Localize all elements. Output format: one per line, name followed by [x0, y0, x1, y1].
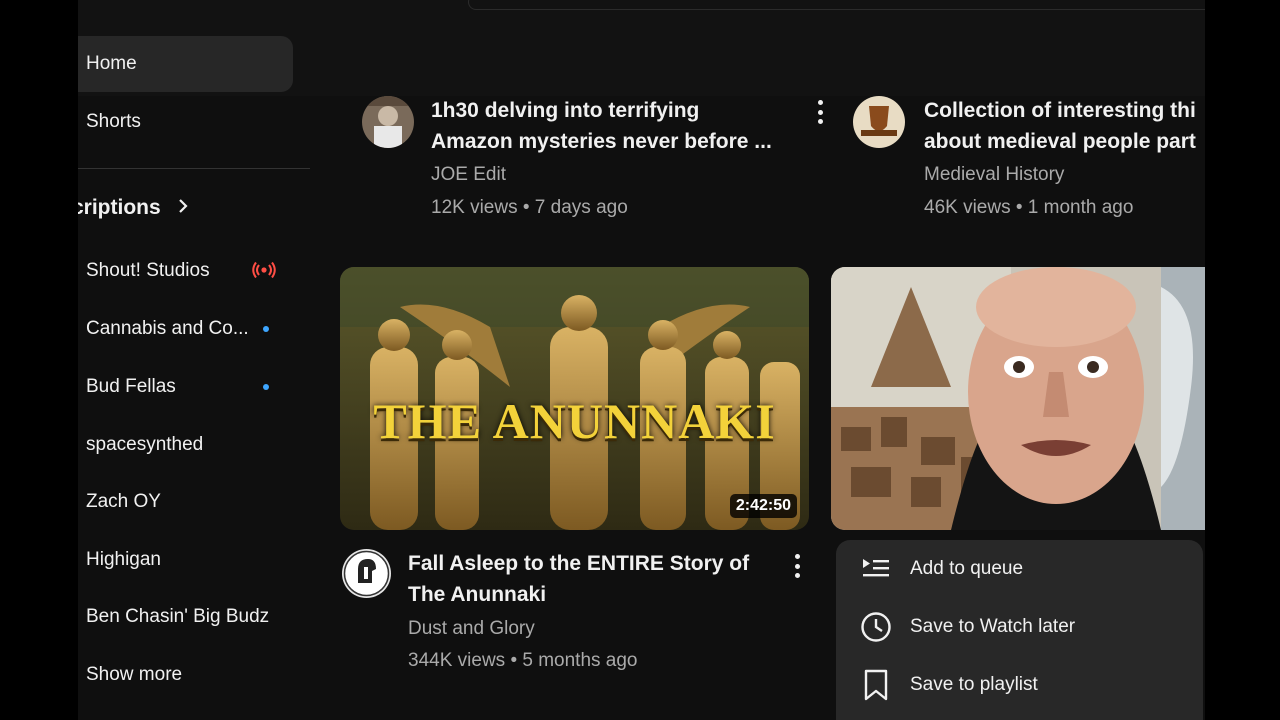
- channel-avatar[interactable]: [342, 549, 391, 598]
- show-more-button[interactable]: Show more: [86, 664, 276, 686]
- video-thumbnail-face[interactable]: [831, 267, 1205, 530]
- video-stats: 46K views • 1 month ago: [924, 197, 1134, 218]
- subscription-name: Cannabis and Co...: [86, 318, 249, 339]
- more-options-icon[interactable]: [787, 551, 807, 581]
- video-title-line: Amazon mysteries never before ...: [431, 130, 772, 153]
- menu-item-label: Save to Watch later: [910, 616, 1076, 637]
- divider: [78, 168, 310, 169]
- video-title[interactable]: Collection of interesting thi about medi…: [924, 95, 1205, 157]
- menu-item-watch-later[interactable]: Save to Watch later: [836, 598, 1203, 656]
- menu-item-add-to-queue[interactable]: Add to queue: [836, 540, 1203, 598]
- video-title-line: Collection of interesting thi: [924, 99, 1196, 122]
- video-title[interactable]: 1h30 delving into terrifying Amazon myst…: [431, 95, 791, 157]
- youtube-app: Home Shorts criptions Shout! Studios Can…: [78, 0, 1205, 720]
- sidebar-item-label: Shorts: [86, 111, 141, 132]
- subscription-name: Ben Chasin' Big Budz: [86, 606, 270, 627]
- clock-icon: [858, 609, 894, 645]
- show-more-label: Show more: [86, 664, 183, 685]
- new-content-dot: [263, 384, 269, 390]
- menu-item-label: Save to playlist: [910, 674, 1038, 695]
- bookmark-icon: [858, 667, 894, 703]
- video-title-line: about medieval people part: [924, 130, 1196, 153]
- video-title-line: The Anunnaki: [408, 583, 547, 606]
- video-thumbnail-anunnaki[interactable]: THE ANUNNAKI 2:42:50: [340, 267, 809, 530]
- subscription-name: Zach OY: [86, 491, 161, 512]
- duration-badge: 2:42:50: [729, 494, 797, 518]
- channel-name[interactable]: JOE Edit: [431, 159, 506, 191]
- subscription-zach-oy[interactable]: Zach OY: [86, 491, 276, 513]
- subscription-spacesynthed[interactable]: spacesynthed: [86, 434, 276, 456]
- thumbnail-title-text: THE ANUNNAKI: [373, 393, 776, 449]
- new-content-dot: [263, 326, 269, 332]
- channel-name[interactable]: Medieval History: [924, 159, 1064, 191]
- sidebar-item-label: Home: [86, 53, 137, 74]
- subscription-name: Shout! Studios: [86, 260, 210, 281]
- sidebar-item-shorts[interactable]: Shorts: [78, 94, 293, 150]
- channel-avatar[interactable]: [362, 96, 414, 148]
- channel-avatar[interactable]: [853, 96, 905, 148]
- video-title-line: 1h30 delving into terrifying: [431, 99, 700, 122]
- sidebar: Home Shorts criptions Shout! Studios Can…: [78, 0, 310, 720]
- thumbnail-artwork: [831, 267, 1205, 530]
- subscription-name: spacesynthed: [86, 434, 204, 455]
- subscriptions-label: criptions: [78, 196, 161, 219]
- subscription-bud-fellas[interactable]: Bud Fellas: [86, 376, 276, 398]
- menu-item-label: Add to queue: [910, 558, 1024, 579]
- subscription-name: Highigan: [86, 549, 161, 570]
- more-options-icon[interactable]: [810, 97, 830, 127]
- menu-item-save-to-playlist[interactable]: Save to playlist: [836, 656, 1203, 714]
- subscription-cannabis[interactable]: Cannabis and Co...: [86, 318, 276, 340]
- channel-name[interactable]: Dust and Glory: [408, 613, 535, 645]
- video-title-line: Fall Asleep to the ENTIRE Story of: [408, 552, 750, 575]
- chevron-right-icon: [177, 197, 189, 220]
- subscription-ben-chasin[interactable]: Ben Chasin' Big Budz: [86, 606, 276, 628]
- video-stats: 344K views • 5 months ago: [408, 650, 638, 671]
- search-box-edge[interactable]: [468, 0, 1205, 10]
- subscription-name: Bud Fellas: [86, 376, 176, 397]
- subscription-highigan[interactable]: Highigan: [86, 549, 276, 571]
- subscriptions-heading[interactable]: criptions: [78, 196, 189, 220]
- video-stats: 12K views • 7 days ago: [431, 197, 628, 218]
- subscription-shout-studios[interactable]: Shout! Studios: [86, 260, 276, 282]
- sidebar-item-home[interactable]: Home: [78, 36, 293, 92]
- add-to-queue-icon: [858, 551, 894, 587]
- live-icon: [252, 261, 276, 282]
- context-menu: Add to queue Save to Watch later Save to…: [836, 540, 1203, 720]
- video-title[interactable]: Fall Asleep to the ENTIRE Story of The A…: [408, 548, 768, 610]
